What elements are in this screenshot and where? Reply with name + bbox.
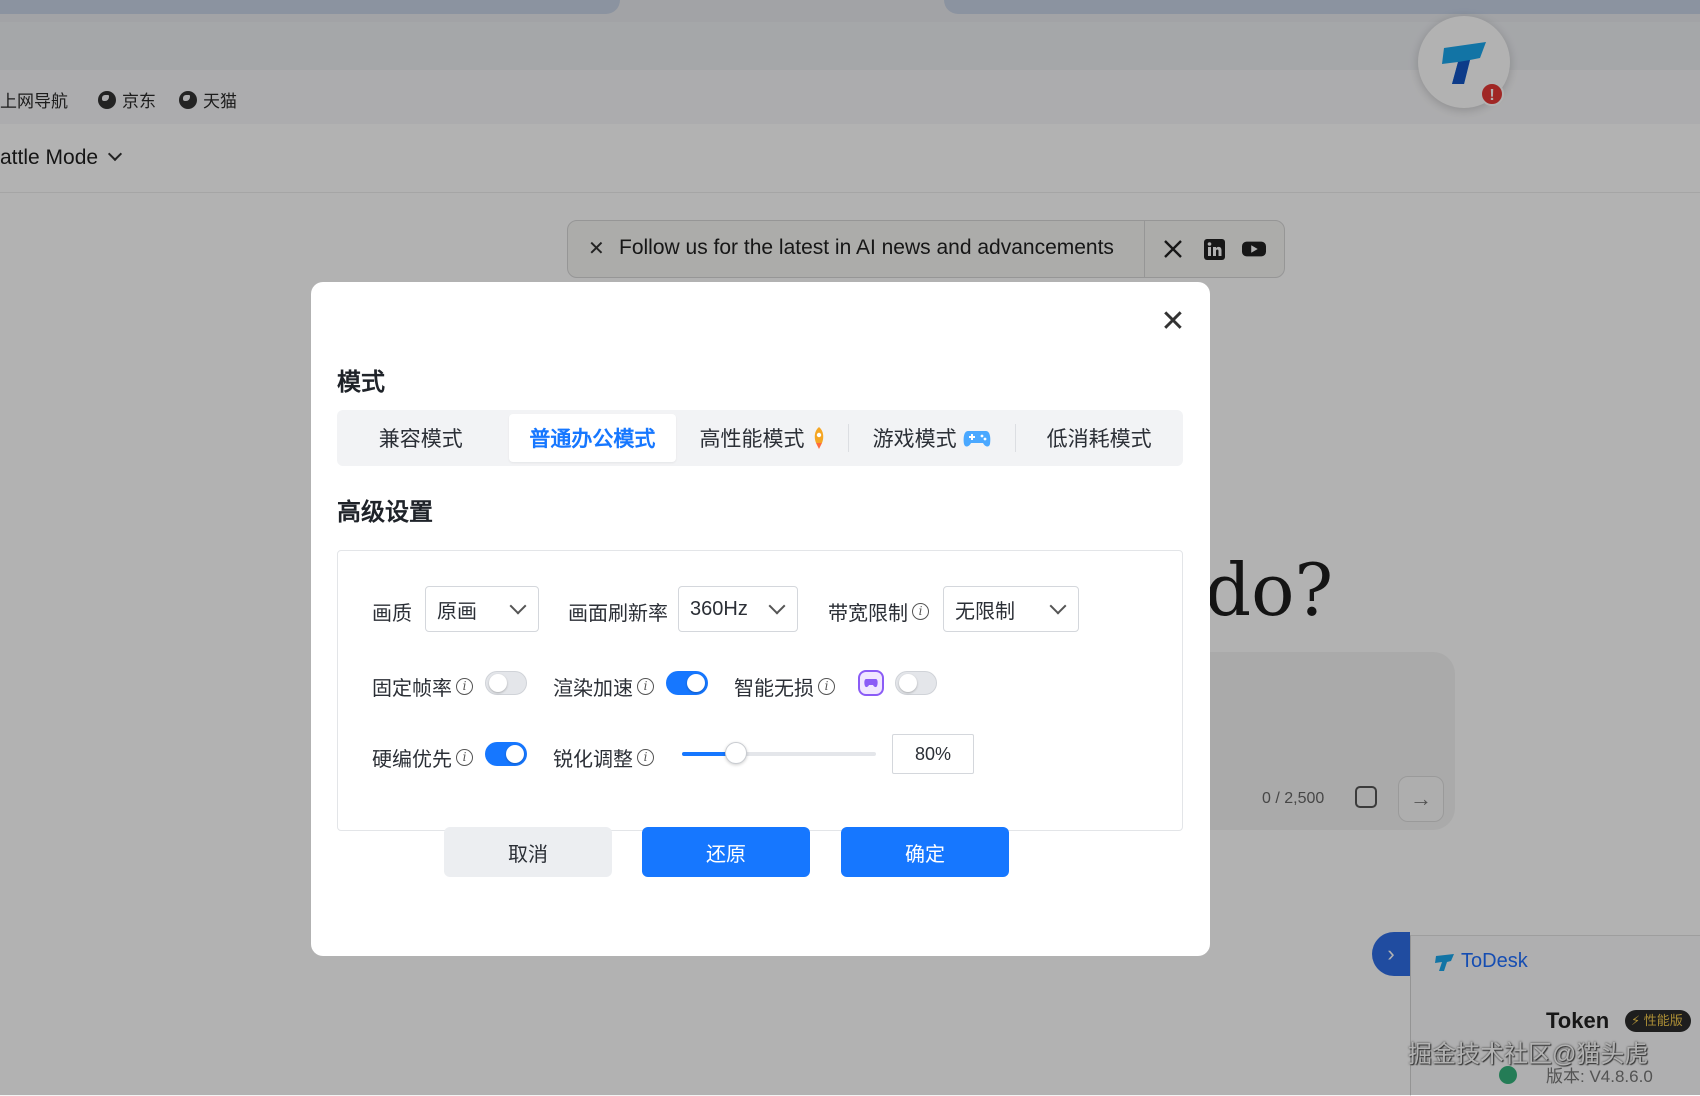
settings-dialog: ✕ 模式 兼容模式 普通办公模式 高性能模式 游戏模式 低消耗模式 高级设置 画… [311, 282, 1210, 956]
tab-performance-mode[interactable]: 高性能模式 [680, 410, 848, 466]
render-accel-label-text: 渲染加速 [553, 678, 633, 700]
bandwidth-value: 无限制 [955, 600, 1015, 623]
smart-lossless-label: 智能无损 i [734, 672, 835, 701]
info-icon[interactable]: i [912, 603, 929, 620]
tab-label: 高性能模式 [699, 428, 805, 451]
render-accel-label: 渲染加速 i [553, 672, 654, 701]
toggle-knob [899, 674, 917, 692]
sharpen-label: 锐化调整 i [553, 743, 654, 772]
restore-button[interactable]: 还原 [642, 827, 810, 877]
tab-label: 游戏模式 [872, 428, 957, 451]
quality-label: 画质 [372, 597, 412, 626]
tab-game-mode[interactable]: 游戏模式 [847, 410, 1016, 466]
mode-tabs: 兼容模式 普通办公模式 高性能模式 游戏模式 低消耗模式 [337, 410, 1183, 466]
refresh-rate-value: 360Hz [690, 597, 748, 620]
smart-lossless-toggle[interactable] [895, 671, 937, 695]
chevron-down-icon [509, 597, 527, 615]
refresh-rate-select[interactable]: 360Hz [678, 586, 798, 632]
info-icon[interactable]: i [456, 749, 473, 766]
hw-encode-toggle[interactable] [485, 742, 527, 766]
quality-select[interactable]: 原画 [425, 586, 539, 632]
gamepad-icon [963, 431, 990, 447]
mode-section-title: 模式 [337, 369, 385, 396]
rocket-icon [815, 427, 824, 449]
cancel-button[interactable]: 取消 [444, 827, 612, 877]
slider-thumb[interactable] [725, 742, 748, 764]
advanced-settings-panel: 画质 原画 画面刷新率 360Hz 带宽限制 i 无限制 固定帧率 i 渲染加速… [337, 550, 1183, 831]
fixed-fps-toggle[interactable] [485, 671, 527, 695]
sharpen-slider[interactable] [682, 742, 876, 764]
smart-lossless-label-text: 智能无损 [734, 678, 814, 700]
info-icon[interactable]: i [637, 678, 654, 695]
bandwidth-label: 带宽限制 i [828, 597, 929, 626]
info-icon[interactable]: i [818, 678, 835, 695]
render-accel-toggle[interactable] [666, 671, 708, 695]
fixed-fps-label-text: 固定帧率 [372, 678, 452, 700]
toggle-knob [506, 745, 524, 763]
fixed-fps-label: 固定帧率 i [372, 672, 473, 701]
refresh-rate-label-text: 画面刷新率 [568, 603, 668, 625]
hw-encode-label: 硬编优先 i [372, 743, 473, 772]
quality-label-text: 画质 [372, 603, 412, 625]
game-vip-icon [858, 670, 884, 696]
bandwidth-label-text: 带宽限制 [828, 603, 908, 625]
tab-compatible-mode[interactable]: 兼容模式 [337, 410, 505, 466]
toggle-knob [489, 674, 507, 692]
info-icon[interactable]: i [637, 749, 654, 766]
tab-low-power-mode[interactable]: 低消耗模式 [1015, 410, 1183, 466]
tab-office-mode[interactable]: 普通办公模式 [508, 414, 677, 462]
chevron-down-icon [768, 597, 786, 615]
hw-encode-label-text: 硬编优先 [372, 749, 452, 771]
advanced-section-title: 高级设置 [337, 499, 433, 526]
toggle-knob [687, 674, 705, 692]
tab-label: 兼容模式 [378, 428, 463, 451]
tab-label: 低消耗模式 [1046, 428, 1152, 451]
info-icon[interactable]: i [456, 678, 473, 695]
quality-select-value: 原画 [437, 600, 477, 623]
sharpen-value-input[interactable]: 80% [892, 734, 974, 774]
tab-label: 普通办公模式 [529, 428, 656, 451]
bandwidth-select[interactable]: 无限制 [943, 586, 1079, 632]
sharpen-label-text: 锐化调整 [553, 749, 633, 771]
close-icon[interactable]: ✕ [1157, 306, 1189, 338]
chevron-down-icon [1049, 597, 1067, 615]
confirm-button[interactable]: 确定 [841, 827, 1009, 877]
refresh-rate-label: 画面刷新率 [568, 597, 668, 626]
